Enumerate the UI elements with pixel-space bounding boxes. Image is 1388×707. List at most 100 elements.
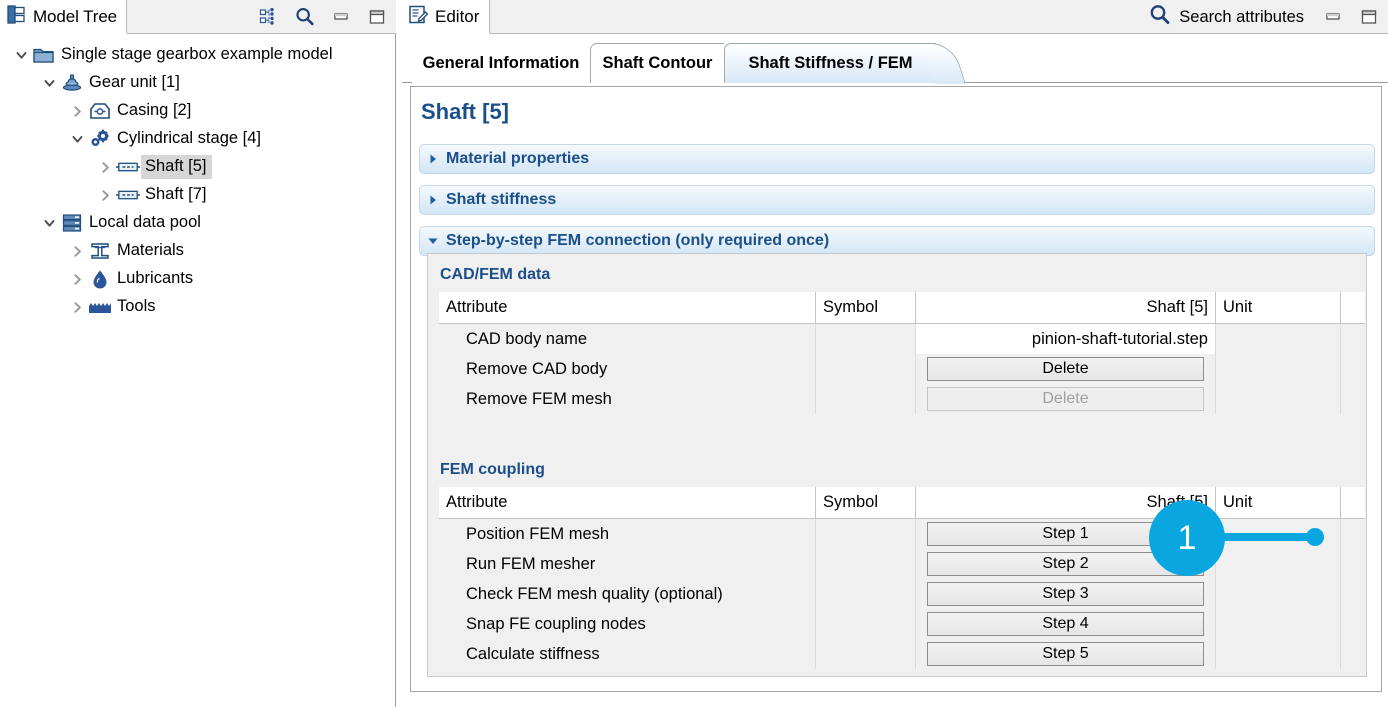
tree-item-materials[interactable]: Materials [0,237,394,265]
chevron-right-icon[interactable] [94,153,116,181]
column-header-value: Shaft [5] [915,292,1215,323]
action-button[interactable]: Step 4 [927,612,1204,636]
tab-label: Shaft Stiffness / FEM [748,53,913,72]
tab-label: Shaft Contour [602,54,713,72]
link-with-editor-icon[interactable] [258,6,280,28]
editor-window-controls [1322,0,1380,34]
column-header-unit: Unit [1215,487,1340,518]
tree-item-label: Casing [2] [117,101,192,119]
table-row[interactable]: Run FEM mesher Step 2 [439,549,1365,579]
cell-value: Delete [915,354,1215,384]
minimize-icon[interactable] [330,6,352,28]
search-attributes-button[interactable]: Search attributes [1148,0,1304,34]
chevron-down-icon[interactable] [38,69,60,97]
tab-model-tree[interactable]: Model Tree [0,0,128,34]
cell-symbol [815,549,915,579]
model-tree-list[interactable]: Single stage gearbox example model Gear u… [0,35,394,700]
tab-shaft-stiffness-fem[interactable]: Shaft Stiffness / FEM [724,43,936,83]
table-row[interactable]: Remove CAD body Delete [439,354,1365,384]
editor-tabstrip: General Information Shaft Contour Shaft St… [402,35,1388,83]
tree-item-shaft-5[interactable]: Shaft [5] [0,153,394,181]
cell-attribute: Remove CAD body [466,359,608,378]
tree-item-label: Single stage gearbox example model [61,45,333,63]
editor-content: Shaft [5] Material properties Shaft stif… [410,86,1382,692]
tree-item-single-stage-gearbox-example-model[interactable]: Single stage gearbox example model [0,41,394,69]
section-label: Step-by-step FEM connection (only requir… [446,232,830,249]
column-header-attribute: Attribute [446,493,508,511]
fem-connection-panel: CAD/FEM data Attribute Symbol Shaft [5] Uni… [427,253,1367,677]
folder-icon [32,44,56,66]
minimize-icon[interactable] [1322,6,1344,28]
chevron-right-icon[interactable] [66,97,88,125]
section-shaft-stiffness[interactable]: Shaft stiffness [419,185,1375,215]
column-header-attribute: Attribute [446,298,508,316]
tree-item-cylindrical-stage-4[interactable]: Cylindrical stage [4] [0,125,394,153]
section-label: Material properties [446,150,590,167]
cell-symbol [815,354,915,384]
model-tree-icon [6,4,27,30]
tab-model-tree-label: Model Tree [33,6,118,26]
tree-item-tools[interactable]: Tools [0,293,394,321]
chevron-right-icon[interactable] [94,181,116,209]
tree-item-casing-2[interactable]: Casing [2] [0,97,394,125]
page-title: Shaft [5] [421,99,509,124]
action-button[interactable]: Delete [927,357,1204,381]
cell-attribute: Calculate stiffness [466,644,600,663]
table-row[interactable]: Calculate stiffness Step 5 [439,639,1365,669]
casing-icon [88,100,112,122]
table-row[interactable]: Snap FE coupling nodes Step 4 [439,609,1365,639]
model-tree-titlebar: Model Tree [0,0,396,34]
table-row[interactable]: Check FEM mesh quality (optional) Step 3 [439,579,1365,609]
cell-extra [1340,579,1365,609]
cell-attribute: Remove FEM mesh [466,389,612,408]
maximize-icon[interactable] [1358,6,1380,28]
section-material-properties[interactable]: Material properties [419,144,1375,174]
cell-symbol [815,609,915,639]
tree-item-label: Local data pool [89,213,201,231]
tab-editor-label: Editor [435,6,480,26]
cell-symbol [815,579,915,609]
cell-symbol [815,519,915,549]
action-button[interactable]: Delete [927,387,1204,411]
cell-symbol [815,384,915,414]
action-button[interactable]: Step 5 [927,642,1204,666]
chevron-right-icon[interactable] [66,265,88,293]
chevron-right-icon[interactable] [66,293,88,321]
chevron-down-icon[interactable] [38,209,60,237]
tab-general-information[interactable]: General Information [412,43,590,83]
cell-value: Step 3 [915,579,1215,609]
tree-item-lubricants[interactable]: Lubricants [0,265,394,293]
cell-extra [1340,549,1365,579]
table-row[interactable]: CAD body name pinion-shaft-tutorial.step [439,324,1365,354]
cadfem-data-table: Attribute Symbol Shaft [5] Unit CAD body nam… [439,292,1365,414]
chevron-right-icon[interactable] [66,237,88,265]
tree-item-gear-unit-1[interactable]: Gear unit [1] [0,69,394,97]
cell-unit [1215,324,1340,354]
section-step-by-step-fem-connection[interactable]: Step-by-step FEM connection (only requir… [419,226,1375,256]
cell-extra [1340,384,1365,414]
table-row[interactable]: Remove FEM mesh Delete [439,384,1365,414]
editor-icon [408,4,429,30]
action-button[interactable]: Step 3 [927,582,1204,606]
cell-extra [1340,354,1365,384]
cell-extra [1340,639,1365,669]
tab-editor[interactable]: Editor [402,0,491,34]
search-attributes-label: Search attributes [1179,7,1304,26]
search-icon [1148,3,1172,32]
tab-shaft-contour[interactable]: Shaft Contour [590,43,724,83]
cell-value: Delete [915,384,1215,414]
tree-item-local-data-pool[interactable]: Local data pool [0,209,394,237]
tree-item-label: Materials [117,241,184,259]
chevron-down-icon[interactable] [66,125,88,153]
tree-item-label: Tools [117,297,156,315]
model-tree-panel: Model Tree Single stage gearbox example … [0,0,396,707]
column-header-extra [1340,487,1365,518]
fem-coupling-table: AttributeSymbolShaft [5]UnitPosition FEM… [439,487,1365,669]
tools-icon [88,296,112,318]
column-header-extra [1340,292,1365,323]
search-icon[interactable] [294,6,316,28]
maximize-icon[interactable] [366,6,388,28]
chevron-down-icon[interactable] [10,41,32,69]
tree-item-shaft-7[interactable]: Shaft [7] [0,181,394,209]
cell-attribute: CAD body name [466,329,588,348]
